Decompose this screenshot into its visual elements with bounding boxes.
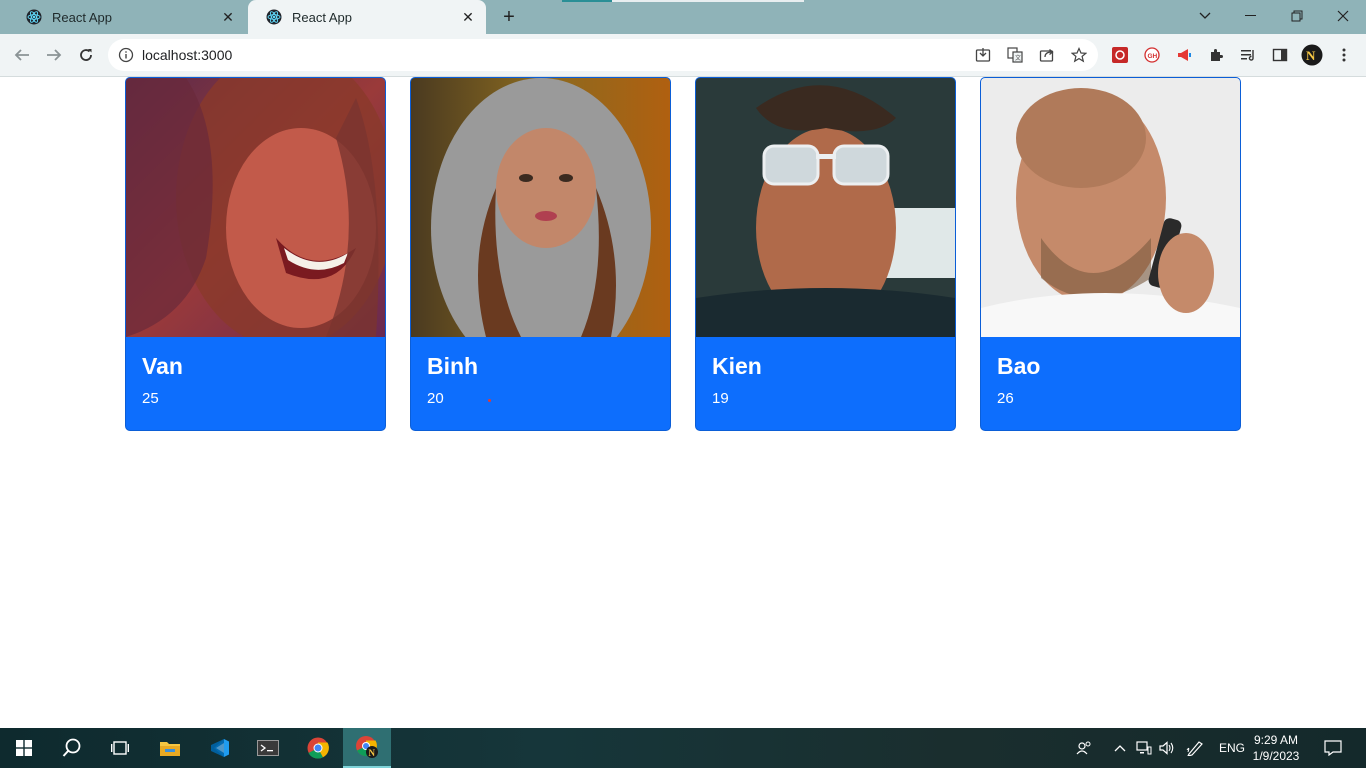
back-arrow-icon[interactable] (10, 43, 34, 67)
windows-taskbar: N ENG 9:29 AM 1/9/2023 (0, 728, 1366, 768)
page-content: Van 25 Binh 20 Kien 19 Bao 26 (0, 77, 1366, 728)
profile-avatar[interactable]: N (1300, 43, 1324, 67)
person-photo (696, 78, 955, 337)
react-favicon-icon (26, 9, 42, 25)
people-icon[interactable] (1076, 728, 1096, 768)
person-card[interactable]: Kien 19 (695, 77, 956, 431)
person-name: Bao (997, 353, 1041, 379)
vscode-icon[interactable] (196, 728, 244, 768)
svg-text:GH: GH (1148, 53, 1158, 60)
browser-toolbar: localhost:3000 文 GH N (0, 34, 1366, 77)
close-window-button[interactable] (1320, 0, 1366, 32)
loading-strip (562, 0, 612, 2)
url-text: localhost:3000 (142, 47, 233, 63)
person-name: Kien (712, 353, 762, 379)
chrome-profile-app-icon[interactable]: N (343, 728, 391, 768)
person-name: Van (142, 353, 183, 379)
person-age: 26 (997, 390, 1014, 407)
share-icon[interactable] (1038, 46, 1056, 64)
loading-strip-light (612, 0, 804, 2)
address-bar[interactable]: localhost:3000 文 (108, 39, 1098, 71)
clock-time: 9:29 AM (1253, 733, 1299, 747)
react-favicon-icon (266, 9, 282, 25)
system-clock[interactable]: 9:29 AM 1/9/2023 (1246, 732, 1306, 764)
person-photo (981, 78, 1240, 337)
show-hidden-icons-chevron-icon[interactable] (1114, 728, 1128, 768)
volume-icon[interactable] (1159, 728, 1177, 768)
tab-title: React App (292, 9, 352, 25)
tab-search-chevron-icon[interactable] (1182, 0, 1228, 32)
tab-react-app-2[interactable]: React App ✕ (248, 0, 486, 34)
minimize-button[interactable] (1228, 0, 1274, 32)
extension-red-icon[interactable] (1110, 45, 1130, 65)
svg-text:N: N (369, 748, 376, 758)
media-queue-icon[interactable] (1238, 45, 1258, 65)
tab-close-icon[interactable]: ✕ (460, 9, 476, 25)
cursor-dot (488, 399, 491, 402)
person-age: 20 (427, 390, 444, 407)
extension-gh-icon[interactable]: GH (1142, 45, 1162, 65)
search-icon[interactable] (48, 728, 96, 768)
extensions-puzzle-icon[interactable] (1206, 45, 1226, 65)
person-age: 19 (712, 390, 729, 407)
language-label: ENG (1219, 741, 1246, 755)
translate-icon[interactable]: 文 (1006, 46, 1024, 64)
person-card[interactable]: Binh 20 (410, 77, 671, 431)
svg-text:N: N (1306, 48, 1316, 63)
browser-menu-icon[interactable] (1334, 45, 1354, 65)
person-name: Binh (427, 353, 479, 379)
tab-react-app-1[interactable]: React App ✕ (8, 0, 246, 34)
windows-start-icon[interactable] (0, 728, 48, 768)
person-photo (126, 78, 385, 337)
network-icon[interactable] (1136, 728, 1154, 768)
person-age: 25 (142, 390, 159, 407)
browser-titlebar: React App ✕ React App ✕ + (0, 0, 1366, 34)
person-card[interactable]: Van 25 (125, 77, 386, 431)
notification-center-icon[interactable] (1324, 728, 1344, 768)
pen-workspace-icon[interactable] (1186, 728, 1206, 768)
terminal-icon[interactable] (244, 728, 292, 768)
input-language[interactable]: ENG (1219, 728, 1245, 768)
reload-icon[interactable] (74, 43, 98, 67)
forward-arrow-icon[interactable] (42, 43, 66, 67)
side-panel-icon[interactable] (1270, 45, 1290, 65)
chrome-icon[interactable] (294, 728, 342, 768)
task-view-icon[interactable] (96, 728, 144, 768)
site-info-icon[interactable] (118, 47, 134, 63)
install-app-icon[interactable] (974, 46, 992, 64)
person-card[interactable]: Bao 26 (980, 77, 1241, 431)
tab-title: React App (52, 9, 112, 25)
file-explorer-icon[interactable] (146, 728, 194, 768)
bookmark-star-icon[interactable] (1070, 46, 1088, 64)
megaphone-extension-icon[interactable] (1174, 45, 1194, 65)
new-tab-button[interactable]: + (498, 6, 520, 28)
clock-date: 1/9/2023 (1252, 749, 1300, 763)
restore-button[interactable] (1274, 0, 1320, 32)
svg-text:文: 文 (1015, 54, 1021, 62)
person-photo (411, 78, 670, 337)
tab-close-icon[interactable]: ✕ (220, 9, 236, 25)
